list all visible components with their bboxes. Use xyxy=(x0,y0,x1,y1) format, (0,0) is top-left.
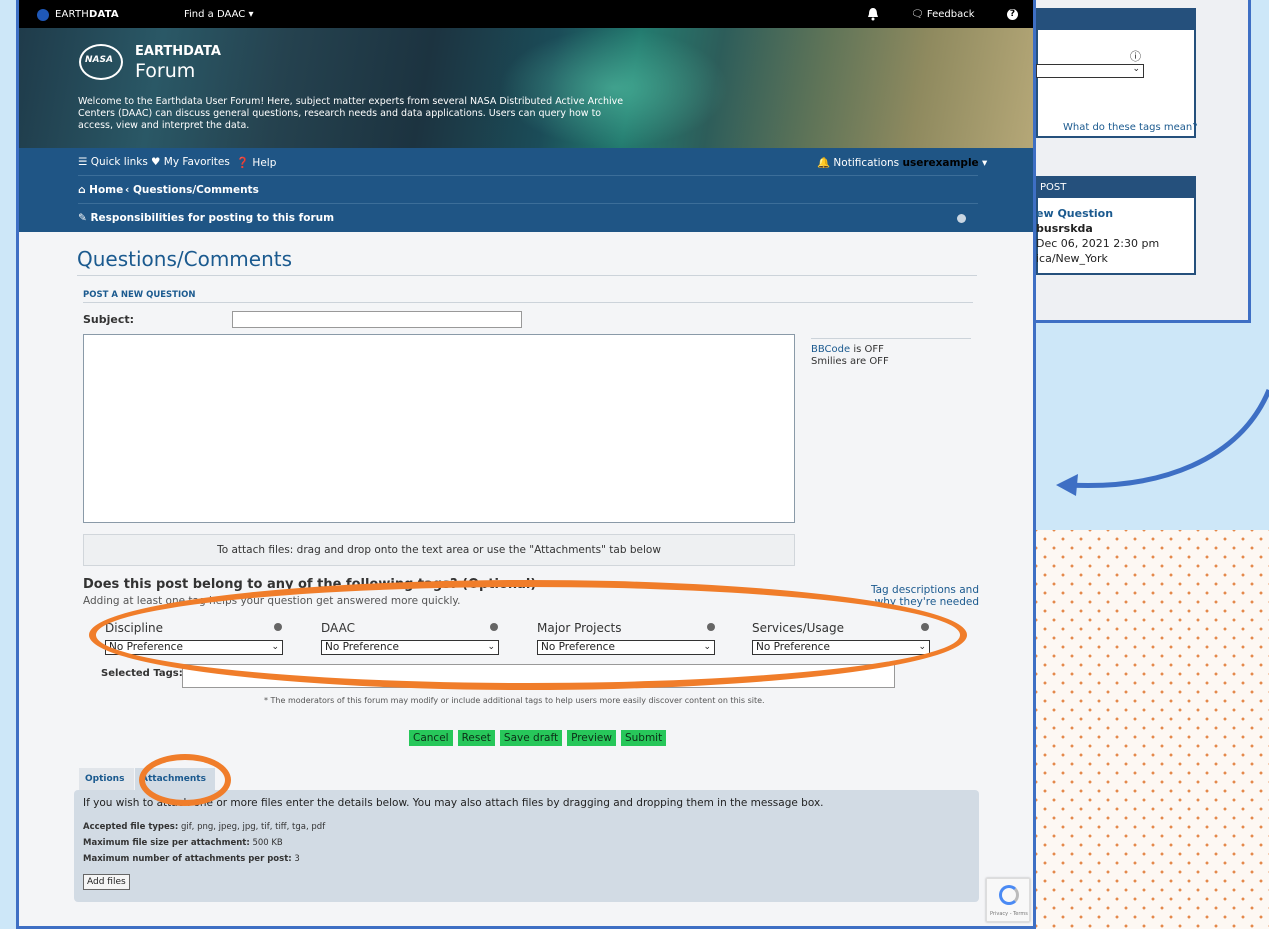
info-icon: ⓘ xyxy=(1130,50,1141,63)
chevron-down-icon: ⌄ xyxy=(1132,64,1140,74)
breadcrumb-current[interactable]: ‹ Questions/Comments xyxy=(125,184,259,196)
earthdata-brand[interactable]: EARTHDATA xyxy=(55,9,119,20)
attachments-panel: If you wish to attach one or more files … xyxy=(74,790,979,902)
max-file-size: Maximum file size per attachment: 500 KB xyxy=(83,838,283,848)
smilies-status: Smilies are OFF xyxy=(811,356,889,367)
recaptcha-icon xyxy=(999,885,1019,905)
my-favorites-link[interactable]: ♥ My Favorites xyxy=(151,156,230,168)
breadcrumb: ⌂ Home ‹ Questions/Comments xyxy=(78,176,978,204)
highlight-ellipse-tags xyxy=(89,580,967,690)
page-title: Questions/Comments xyxy=(77,247,293,271)
save-draft-button[interactable]: Save draft xyxy=(499,730,563,746)
bbcode-divider xyxy=(811,338,971,339)
nav-row-links: ☰ Quick links ♥ My Favorites ❓ Help 🔔 No… xyxy=(78,148,987,176)
background-tags-link: What do these tags mean? xyxy=(1063,122,1198,133)
background-post-tz: ica/New_York xyxy=(1036,252,1108,265)
bbcode-status: BBCode is OFF Smilies are OFF xyxy=(811,344,889,368)
attach-hint: To attach files: drag and drop onto the … xyxy=(83,534,795,566)
find-daac-menu[interactable]: Find a DAAC ▾ xyxy=(184,9,253,20)
recaptcha-text: Privacy - Terms xyxy=(990,911,1028,917)
background-post-header: POST xyxy=(1038,178,1194,198)
reset-button[interactable]: Reset xyxy=(457,730,495,746)
background-post-user: busrskda xyxy=(1036,222,1093,235)
decorative-pattern xyxy=(1036,530,1269,929)
forum-window: EARTHDATA Find a DAAC ▾ 🗨 Feedback ? NAS… xyxy=(16,0,1036,929)
username-menu[interactable]: userexample xyxy=(902,157,978,169)
help-icon[interactable]: ? xyxy=(1007,9,1018,20)
feedback-link[interactable]: 🗨 Feedback xyxy=(911,9,975,20)
subject-label: Subject: xyxy=(83,313,135,326)
selected-tags-label: Selected Tags: xyxy=(101,668,183,679)
message-textarea[interactable] xyxy=(83,334,795,523)
cancel-button[interactable]: Cancel xyxy=(409,730,453,746)
bbcode-status-text: is OFF xyxy=(850,344,884,355)
subject-input[interactable] xyxy=(232,311,522,328)
welcome-text: Welcome to the Earthdata User Forum! Her… xyxy=(78,96,624,131)
banner-subtitle: Forum xyxy=(135,60,196,82)
section-heading: POST A NEW QUESTION xyxy=(83,290,196,300)
background-select: ⌄ xyxy=(1036,64,1144,78)
title-divider xyxy=(77,275,977,276)
earthdata-topbar: EARTHDATA Find a DAAC ▾ 🗨 Feedback ? xyxy=(19,0,1033,28)
collapse-icon[interactable] xyxy=(957,214,966,223)
submit-button[interactable]: Submit xyxy=(620,730,667,746)
tab-options[interactable]: Options xyxy=(79,768,134,790)
quick-links-menu[interactable]: ☰ Quick links xyxy=(78,156,148,168)
curved-arrow xyxy=(1056,389,1269,496)
nasa-logo-icon xyxy=(37,9,49,21)
forum-navbar: ☰ Quick links ♥ My Favorites ❓ Help 🔔 No… xyxy=(19,148,1033,232)
breadcrumb-home[interactable]: ⌂ Home xyxy=(78,184,123,196)
max-attachments: Maximum number of attachments per post: … xyxy=(83,854,300,864)
help-link[interactable]: ❓ Help xyxy=(236,156,276,169)
moderator-note: * The moderators of this forum may modif… xyxy=(264,696,765,705)
section-divider xyxy=(83,302,973,303)
responsibilities-row[interactable]: ✎ Responsibilities for posting to this f… xyxy=(78,204,978,232)
background-widget-header xyxy=(1038,10,1194,30)
recaptcha-badge[interactable]: Privacy - Terms xyxy=(986,878,1030,922)
background-post-title: ew Question xyxy=(1036,207,1114,220)
responsibilities-link[interactable]: ✎ Responsibilities for posting to this f… xyxy=(78,212,334,224)
bell-icon[interactable] xyxy=(867,7,879,21)
form-buttons: Cancel Reset Save draft Preview Submit xyxy=(409,730,667,746)
notifications-link[interactable]: 🔔 Notifications userexample ▾ xyxy=(817,156,987,169)
highlight-ellipse-attachments xyxy=(139,754,231,806)
add-files-button[interactable]: Add files xyxy=(83,874,130,890)
chat-icon: 🗨 xyxy=(911,9,924,20)
forum-banner: NASA EARTHDATA Forum Welcome to the Eart… xyxy=(19,28,1033,148)
preview-button[interactable]: Preview xyxy=(567,730,616,746)
banner-title: EARTHDATA xyxy=(135,44,221,59)
bbcode-link[interactable]: BBCode xyxy=(811,344,850,355)
nasa-meatball-logo: NASA xyxy=(79,44,123,80)
accepted-types: Accepted file types: gif, png, jpeg, jpg… xyxy=(83,822,326,832)
background-post-date: Dec 06, 2021 2:30 pm xyxy=(1036,237,1160,250)
